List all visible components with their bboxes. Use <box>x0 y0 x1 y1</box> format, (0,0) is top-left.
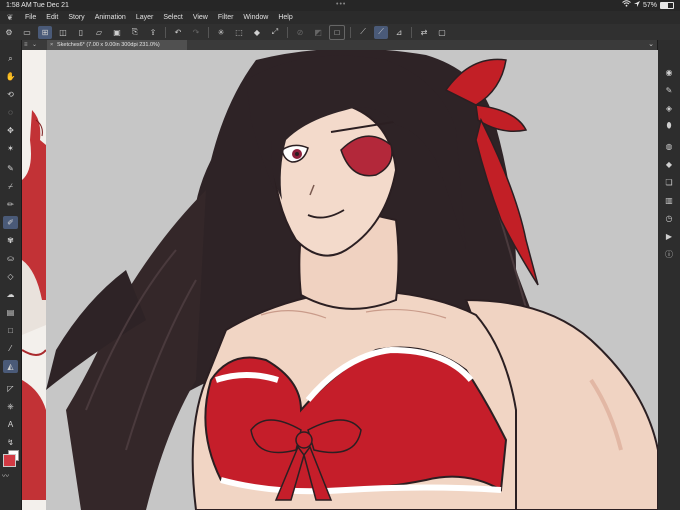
collapse-chevron-icon[interactable]: ⌄ <box>648 40 654 50</box>
ruler-icon[interactable]: ◸ <box>3 382 18 395</box>
menu-bar: ❦ File Edit Story Animation Layer Select… <box>0 11 680 24</box>
lasso-icon[interactable]: ◌ <box>3 106 18 119</box>
settings-icon[interactable]: ⚙ <box>2 26 16 39</box>
selection-show-icon[interactable]: □ <box>329 24 345 40</box>
close-icon[interactable]: × <box>50 40 53 50</box>
menu-edit[interactable]: Edit <box>41 11 63 24</box>
move-icon[interactable]: ✥ <box>3 124 18 137</box>
info-icon[interactable]: ⓘ <box>662 248 676 260</box>
selection-invert-icon[interactable]: ◩ <box>311 26 325 39</box>
fill-selection-icon[interactable]: ◆ <box>250 26 264 39</box>
reference-image <box>22 50 46 510</box>
tool-palette: ⌕ ✋ ⟲ ◌ ✥ ✶ ✎ ⌿ ✏ ✐ ✾ ⛀ ◇ ☁ ▤ □ ⁄ ◭ ◸ ⎈ … <box>0 40 22 510</box>
menu-animation[interactable]: Animation <box>90 11 131 24</box>
view-toggle-icon[interactable]: ◫ <box>56 26 70 39</box>
menu-select[interactable]: Select <box>158 11 187 24</box>
quick-access-icon[interactable]: ⇄ <box>417 26 431 39</box>
menu-layer[interactable]: Layer <box>131 11 159 24</box>
menu-story[interactable]: Story <box>63 11 89 24</box>
divider <box>287 26 288 38</box>
divider <box>165 26 166 38</box>
multitask-dots[interactable]: ••• <box>336 0 346 10</box>
status-right: 57% <box>622 0 674 11</box>
fill-icon[interactable]: ⛀ <box>3 252 18 265</box>
divider <box>411 26 412 38</box>
layer-icon[interactable]: ⎈ <box>3 400 18 413</box>
transform-icon[interactable]: ⤢ <box>268 26 282 39</box>
magic-wand-icon[interactable]: ✶ <box>3 142 18 155</box>
location-icon <box>633 0 640 11</box>
tab-menu-icon[interactable]: ≡ <box>24 40 28 50</box>
brush-stroke-preview: 〰 <box>2 473 9 480</box>
gradient-icon[interactable]: ▤ <box>3 306 18 319</box>
share-icon[interactable]: ⇪ <box>146 26 160 39</box>
divider <box>208 26 209 38</box>
auto-action-icon[interactable]: ▶ <box>662 230 676 242</box>
hand-icon[interactable]: ✋ <box>3 70 18 83</box>
panel-bar: ◉ ✎ ◈ ⬮ ◍ ◆ ❏ ▥ ◷ ▶ ⓘ <box>657 40 680 510</box>
ruler-snap-icon[interactable]: ⟋ <box>356 26 370 39</box>
wifi-icon <box>622 0 631 11</box>
chevron-down-icon[interactable]: ⌄ <box>32 40 37 50</box>
new-file-icon[interactable]: ▯ <box>74 26 88 39</box>
rotate-icon[interactable]: ⟲ <box>3 88 18 101</box>
app-logo-icon[interactable]: ❦ <box>0 11 20 24</box>
menu-window[interactable]: Window <box>238 11 273 24</box>
tab-sketches6[interactable]: × Sketches6* (7.00 x 9.00in 300dpi 231.0… <box>47 40 187 50</box>
pencil-icon[interactable]: ✏ <box>3 198 18 211</box>
balloon-icon[interactable]: ↯ <box>3 436 18 449</box>
export-icon[interactable]: ⎘ <box>128 26 142 39</box>
special-ruler-snap-icon[interactable]: ⟋ <box>374 25 388 39</box>
layer-property-icon[interactable]: ◆ <box>662 158 676 170</box>
undo-icon[interactable]: ↶ <box>171 26 185 39</box>
menu-file[interactable]: File <box>20 11 41 24</box>
menu-filter[interactable]: Filter <box>213 11 239 24</box>
battery-percent: 57% <box>642 2 657 9</box>
clear-layer-icon[interactable]: ✳ <box>214 26 228 39</box>
color-wheel-icon[interactable]: ◍ <box>662 140 676 152</box>
battery-icon <box>660 2 674 9</box>
redo-icon[interactable]: ↷ <box>189 26 203 39</box>
artwork <box>46 50 658 510</box>
tool-property-icon[interactable]: ✎ <box>662 84 676 96</box>
watercolor-icon[interactable]: ⁄ <box>3 342 18 355</box>
menu-view[interactable]: View <box>188 11 213 24</box>
selection-off-icon[interactable]: ⊘ <box>293 26 307 39</box>
layers-icon[interactable]: ❏ <box>662 176 676 188</box>
zoom-icon[interactable]: ⌕ <box>3 52 18 65</box>
decoration-icon[interactable]: ◭ <box>3 360 18 373</box>
history-icon[interactable]: ◷ <box>662 212 676 224</box>
command-bar: ⚙ ▭ ⊞ ◫ ▯ ▱ ▣ ⎘ ⇪ ↶ ↷ ✳ ⬚ ◆ ⤢ ⊘ ◩ □ ⟋ ⟋ … <box>0 24 680 41</box>
status-bar: 1:58 AM Tue Dec 21 ••• 57% <box>0 0 680 11</box>
brush-icon[interactable]: ✐ <box>3 216 18 229</box>
main-color-swatch[interactable] <box>3 454 16 467</box>
material-icon[interactable]: ▥ <box>662 194 676 206</box>
layout-icon[interactable]: ⊞ <box>38 25 52 39</box>
pen-icon[interactable]: ✎ <box>3 162 18 175</box>
canvas-tab-bar: ≡ ⌄ × Sketches6* (7.00 x 9.00in 300dpi 2… <box>22 40 658 50</box>
airbrush-icon[interactable]: ✾ <box>3 234 18 247</box>
subtool-icon[interactable]: ◈ <box>662 102 676 114</box>
side-panel-toggle-icon[interactable]: ▭ <box>20 26 34 39</box>
drawing-canvas[interactable] <box>46 50 658 510</box>
clear-outside-icon[interactable]: ⬚ <box>232 26 246 39</box>
reference-image-strip <box>22 50 46 510</box>
blend-icon[interactable]: ☁ <box>3 288 18 301</box>
navigator-icon[interactable]: ◉ <box>662 66 676 78</box>
status-date: Tue Dec 21 <box>33 2 69 9</box>
divider <box>350 26 351 38</box>
grid-snap-icon[interactable]: ⊿ <box>392 26 406 39</box>
tab-title: Sketches6* (7.00 x 9.00in 300dpi 231.0%) <box>57 42 160 48</box>
save-icon[interactable]: ▣ <box>110 26 124 39</box>
eraser-icon[interactable]: ◇ <box>3 270 18 283</box>
brush-size-icon[interactable]: ⬮ <box>662 120 676 132</box>
eyedropper-icon[interactable]: ⌿ <box>3 180 18 193</box>
open-file-icon[interactable]: ▱ <box>92 26 106 39</box>
battery-fill <box>661 3 668 8</box>
text-icon[interactable]: A <box>3 418 18 431</box>
shape-icon[interactable]: □ <box>3 324 18 337</box>
companion-mode-icon[interactable]: ▢ <box>435 26 449 39</box>
status-time: 1:58 AM <box>6 2 32 9</box>
menu-help[interactable]: Help <box>273 11 297 24</box>
